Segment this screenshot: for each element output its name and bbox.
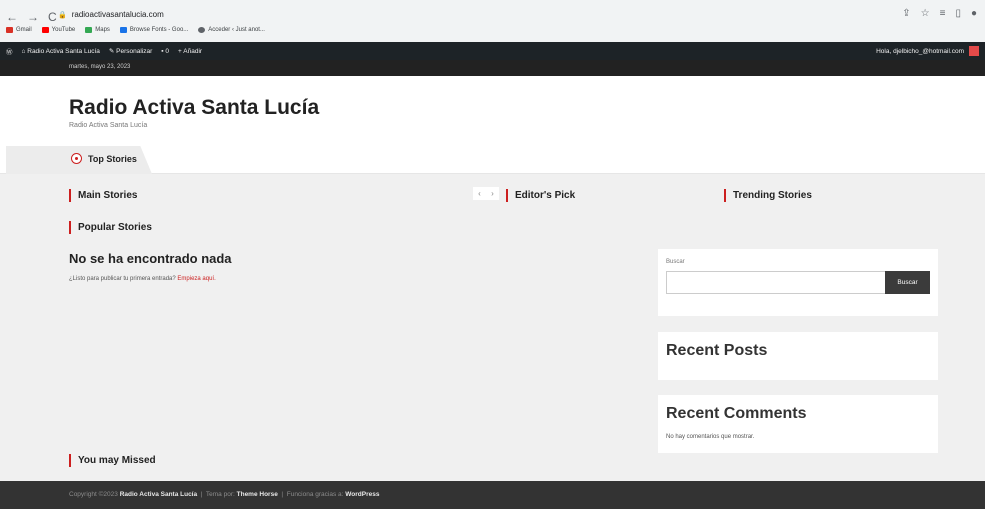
start-here-link[interactable]: Empieza aquí. xyxy=(177,276,215,282)
footer-credits: Copyright ©2023 Radio Activa Santa Lucía… xyxy=(69,491,380,498)
share-icon[interactable]: ⇪ xyxy=(902,8,910,19)
footer-site-link[interactable]: Radio Activa Santa Lucía xyxy=(120,491,197,498)
reload-icon[interactable]: C xyxy=(48,10,57,24)
bookmark-fonts[interactable]: Browse Fonts - Goo... xyxy=(119,27,188,33)
site-description: Radio Activa Santa Lucía xyxy=(69,122,148,129)
wordpress-icon xyxy=(198,27,206,33)
browser-actions: ⇪ ☆ ≡ ▯ ● xyxy=(902,8,977,19)
bookmark-gmail[interactable]: Gmail xyxy=(6,27,32,33)
footer-wordpress-link[interactable]: WordPress xyxy=(345,491,379,498)
avatar xyxy=(969,46,979,56)
maps-icon xyxy=(85,27,93,33)
lock-icon: 🔒 xyxy=(58,11,67,19)
nothing-found-text: ¿Listo para publicar tu primera entrada?… xyxy=(69,276,216,282)
admin-account[interactable]: Hola, djelbicho_@hotmail.com xyxy=(876,46,979,56)
trending-stories-heading: Trending Stories xyxy=(724,189,812,202)
recent-posts-heading: Recent Posts xyxy=(666,342,768,359)
search-label: Buscar xyxy=(666,259,685,265)
you-may-missed-heading: You may Missed xyxy=(69,454,156,467)
admin-add-new-link[interactable]: + Añadir xyxy=(178,48,202,55)
tab-top-stories-label[interactable]: Top Stories xyxy=(88,154,137,164)
forward-icon[interactable]: → xyxy=(27,10,39,24)
nothing-found-title: No se ha encontrado nada xyxy=(69,251,232,266)
bookmarks-bar: Gmail YouTube Maps Browse Fonts - Goo...… xyxy=(6,27,265,33)
plus-icon: + xyxy=(178,47,182,55)
extensions-icon[interactable]: ≡ xyxy=(940,8,946,19)
url-text: radioactivasantalucia.com xyxy=(71,10,164,19)
record-icon xyxy=(71,153,82,164)
admin-customize-link[interactable]: ✎ Personalizar xyxy=(109,47,152,55)
chevron-right-icon[interactable]: › xyxy=(486,187,499,200)
site-footer: Copyright ©2023 Radio Activa Santa Lucía… xyxy=(0,481,985,509)
comment-icon: ▪ xyxy=(161,47,164,55)
wp-admin-bar: Ⓦ ⌂ Radio Activa Santa Lucía ✎ Personali… xyxy=(0,42,985,60)
search-input[interactable] xyxy=(666,271,886,294)
recent-posts-widget: Recent Posts xyxy=(658,332,938,380)
admin-greeting: Hola, djelbicho_@hotmail.com xyxy=(876,47,964,55)
star-icon[interactable]: ☆ xyxy=(921,8,930,19)
bookmark-acceder[interactable]: Acceder ‹ Just anot... xyxy=(198,27,265,33)
back-icon[interactable]: ← xyxy=(6,10,18,24)
admin-site-link[interactable]: ⌂ Radio Activa Santa Lucía xyxy=(22,48,100,55)
fonts-icon xyxy=(119,27,127,33)
youtube-icon xyxy=(41,27,49,33)
browser-chrome: ← → C 🔒 radioactivasantalucia.com ⇪ ☆ ≡ … xyxy=(0,0,985,42)
wordpress-logo-icon[interactable]: Ⓦ xyxy=(6,46,13,56)
popular-stories-heading: Popular Stories xyxy=(69,221,152,234)
date-bar: martes, mayo 23, 2023 xyxy=(0,60,985,76)
search-widget: Buscar Buscar xyxy=(658,249,938,316)
bookmark-youtube[interactable]: YouTube xyxy=(41,27,75,33)
sidepanel-icon[interactable]: ▯ xyxy=(955,8,961,19)
gmail-icon xyxy=(6,27,13,33)
site-title[interactable]: Radio Activa Santa Lucía xyxy=(69,96,319,120)
address-bar[interactable]: 🔒 radioactivasantalucia.com xyxy=(58,10,164,19)
current-date: martes, mayo 23, 2023 xyxy=(69,64,131,70)
admin-comments-link[interactable]: ▪ 0 xyxy=(161,48,169,55)
chevron-left-icon[interactable]: ‹ xyxy=(473,187,486,200)
browser-nav: ← → C xyxy=(6,10,57,24)
brush-icon: ✎ xyxy=(108,48,115,55)
slider-arrows: ‹ › xyxy=(473,187,499,200)
footer-theme-link[interactable]: Theme Horse xyxy=(237,491,278,498)
recent-comments-heading: Recent Comments xyxy=(666,405,807,422)
editors-pick-heading: Editor's Pick xyxy=(506,189,575,202)
recent-comments-widget: Recent Comments No hay comentarios que m… xyxy=(658,395,938,453)
main-stories-heading: Main Stories xyxy=(69,189,137,202)
profile-icon[interactable]: ● xyxy=(971,8,977,19)
home-icon: ⌂ xyxy=(21,47,26,55)
bookmark-maps[interactable]: Maps xyxy=(85,27,110,33)
search-button[interactable]: Buscar xyxy=(885,271,930,294)
no-comments-text: No hay comentarios que mostrar. xyxy=(666,434,755,440)
